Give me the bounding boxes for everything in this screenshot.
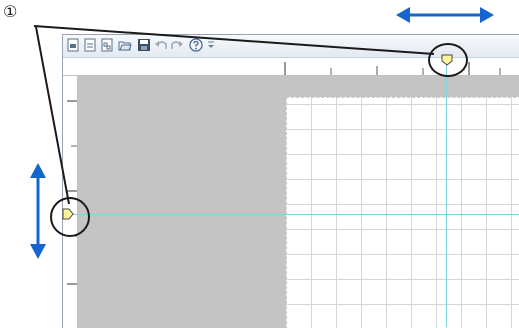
new-layout-icon[interactable] [100,38,114,52]
undo-icon[interactable] [154,38,168,52]
redo-icon[interactable] [170,38,184,52]
guide-marker-top-icon[interactable] [441,54,453,66]
open-folder-icon[interactable] [118,38,132,52]
new-template-icon[interactable] [66,38,80,52]
customize-dropdown-icon[interactable] [206,38,216,52]
save-icon[interactable] [137,38,151,52]
help-icon[interactable] [189,38,203,52]
double-arrow-vertical-icon [30,163,46,259]
horizontal-guide-line[interactable] [64,214,519,215]
guide-marker-left-icon[interactable] [62,208,74,220]
double-arrow-horizontal-icon [396,7,494,23]
callout-number: ① [3,2,18,21]
page-grid[interactable] [286,97,519,328]
editor-window [62,34,519,328]
vertical-guide-line[interactable] [446,57,447,327]
new-document-icon[interactable] [83,38,97,52]
